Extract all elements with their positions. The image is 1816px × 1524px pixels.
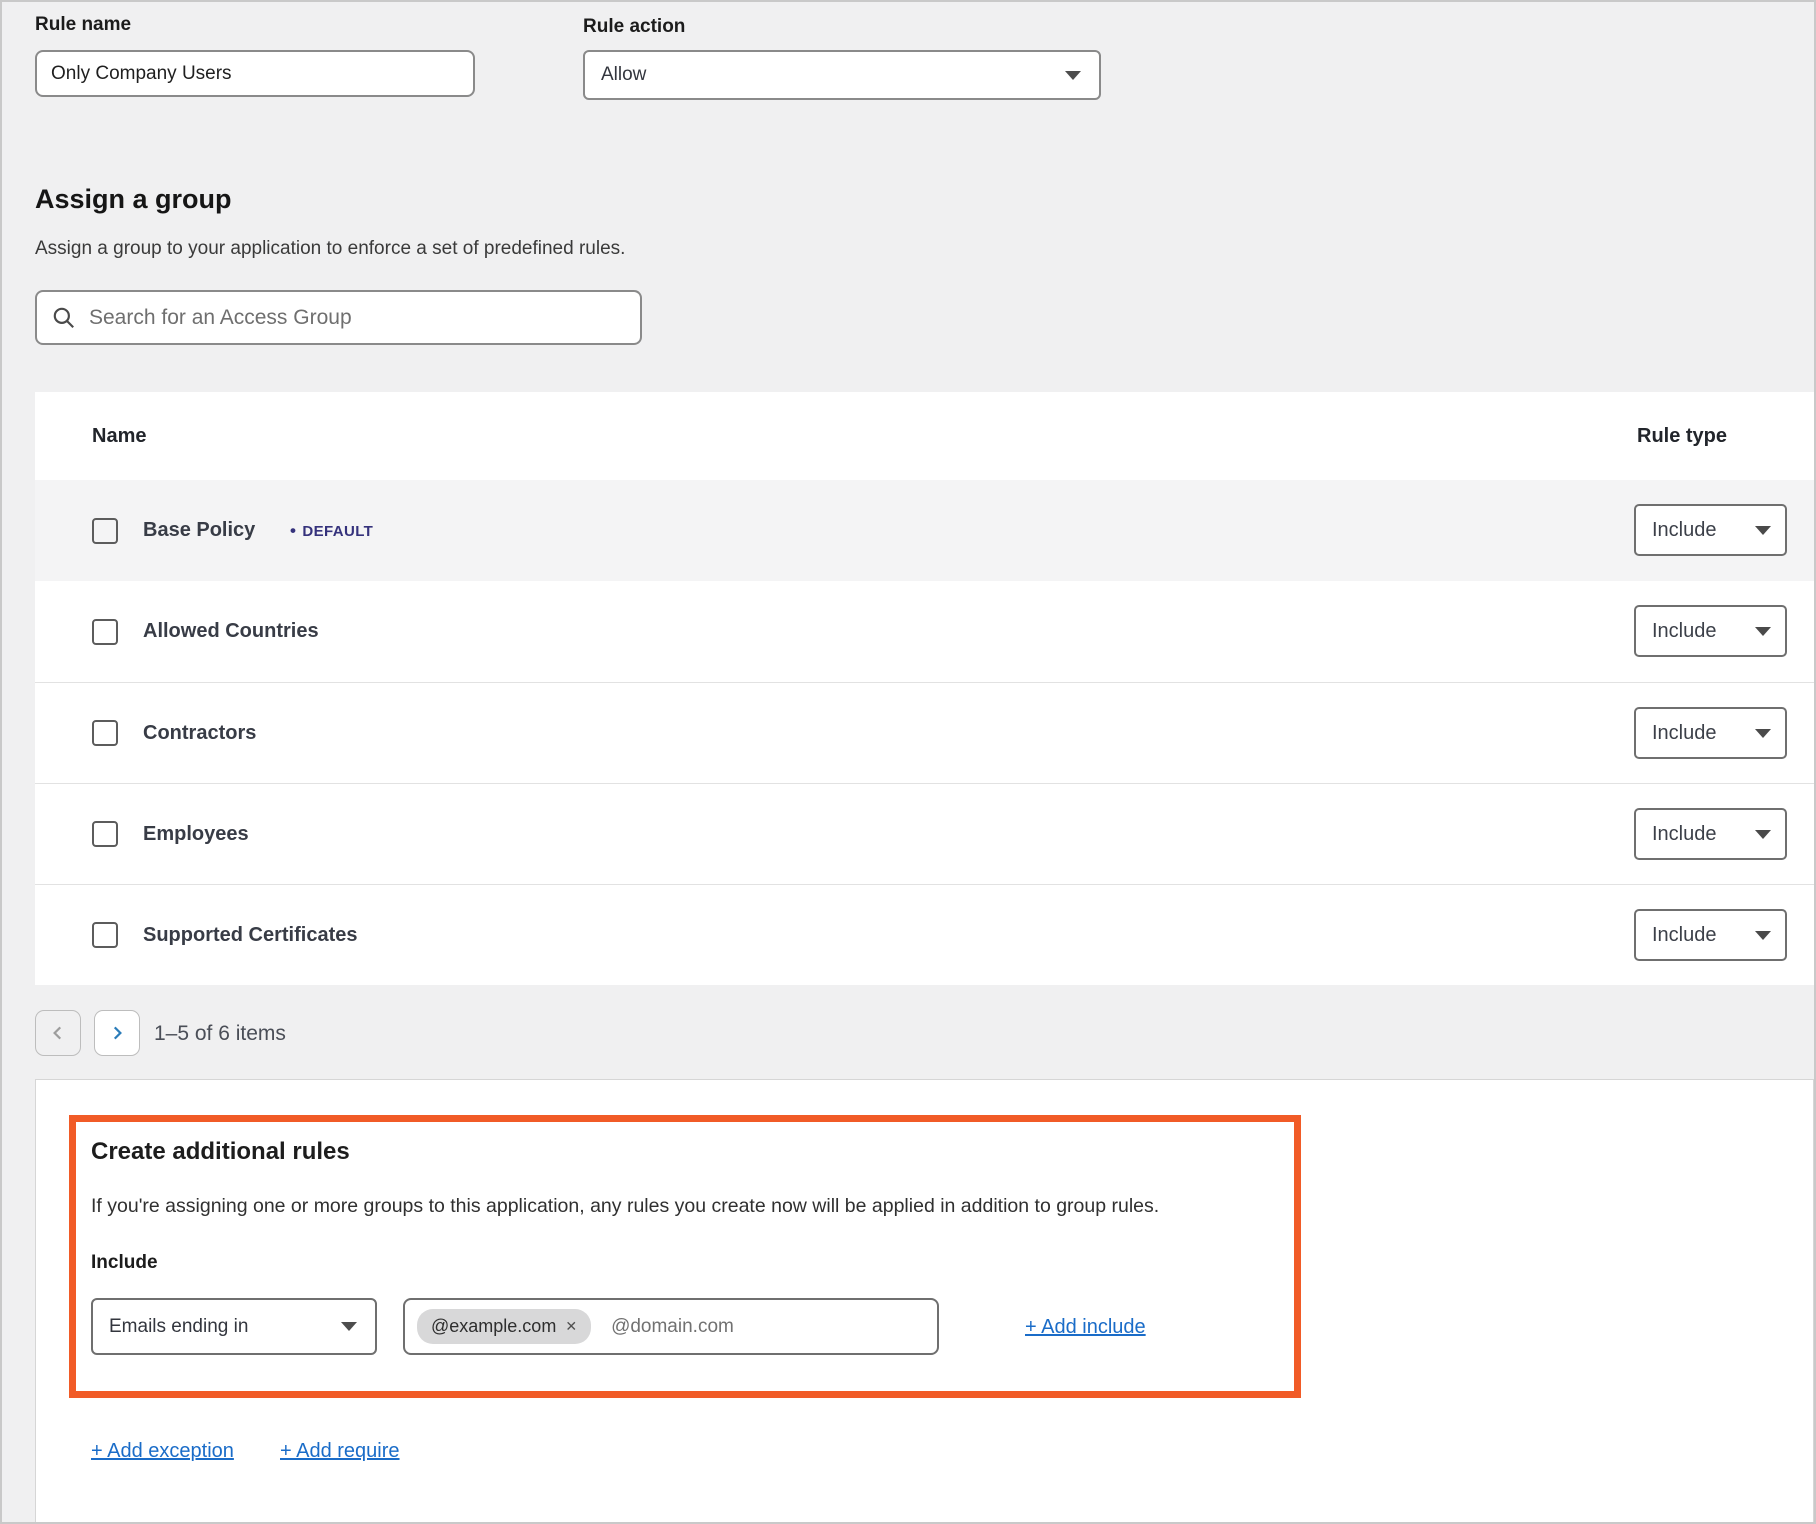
badge-bullet: • xyxy=(290,521,296,540)
chevron-down-icon xyxy=(1755,526,1771,535)
row-name: Supported Certificates xyxy=(143,924,357,947)
search-placeholder: Search for an Access Group xyxy=(89,306,352,330)
rule-name-label: Rule name xyxy=(35,14,131,36)
rule-selector-dropdown[interactable]: Emails ending in xyxy=(91,1298,377,1355)
table-row-allowed-countries: Allowed Countries Include xyxy=(35,581,1814,682)
table-row-base-policy: Base Policy • DEFAULT Include xyxy=(35,480,1814,581)
row-name: Employees xyxy=(143,823,249,846)
rule-type-value: Include xyxy=(1652,924,1717,947)
add-require-link[interactable]: + Add require xyxy=(280,1440,400,1463)
row-name: Allowed Countries xyxy=(143,620,319,643)
rule-type-value: Include xyxy=(1652,519,1717,542)
rule-action-value: Allow xyxy=(601,64,646,86)
table-row-supported-certificates: Supported Certificates Include xyxy=(35,884,1814,985)
table-row-employees: Employees Include xyxy=(35,783,1814,884)
pagination-prev-button[interactable] xyxy=(35,1010,81,1056)
chevron-down-icon xyxy=(341,1322,357,1331)
checkbox-employees[interactable] xyxy=(92,821,118,847)
chip-remove-icon[interactable]: ✕ xyxy=(565,1318,577,1335)
rule-type-dropdown-base-policy[interactable]: Include xyxy=(1634,504,1787,556)
table-row-contractors: Contractors Include xyxy=(35,682,1814,783)
chip-text: @example.com xyxy=(431,1316,556,1337)
rule-selector-value: Emails ending in xyxy=(109,1316,248,1338)
rule-name-input[interactable]: Only Company Users xyxy=(35,50,475,97)
assign-group-heading: Assign a group xyxy=(35,184,232,215)
column-header-name: Name xyxy=(92,425,146,448)
rule-type-dropdown-employees[interactable]: Include xyxy=(1634,808,1787,860)
checkbox-supported-certificates[interactable] xyxy=(92,922,118,948)
pagination-status: 1–5 of 6 items xyxy=(154,1022,286,1046)
badge-text: DEFAULT xyxy=(302,523,373,540)
add-exception-link[interactable]: + Add exception xyxy=(91,1440,234,1463)
checkbox-allowed-countries[interactable] xyxy=(92,619,118,645)
access-groups-table: Name Rule type Base Policy • DEFAULT Incl… xyxy=(35,392,1814,985)
chevron-down-icon xyxy=(1755,931,1771,940)
rule-name-value: Only Company Users xyxy=(51,63,232,85)
search-icon xyxy=(51,305,77,331)
chevron-left-icon xyxy=(49,1024,67,1042)
chevron-down-icon xyxy=(1755,830,1771,839)
include-label: Include xyxy=(91,1252,158,1274)
create-additional-rules-card: Create additional rules If you're assign… xyxy=(35,1079,1814,1524)
chevron-down-icon xyxy=(1755,627,1771,636)
email-domain-chip: @example.com ✕ xyxy=(417,1309,591,1344)
default-badge: • DEFAULT xyxy=(290,521,373,541)
rule-type-value: Include xyxy=(1652,722,1717,745)
row-name: Contractors xyxy=(143,722,256,745)
column-header-rule-type: Rule type xyxy=(1637,425,1727,448)
row-name: Base Policy xyxy=(143,519,255,542)
chevron-down-icon xyxy=(1755,729,1771,738)
access-rule-page: Rule name Only Company Users Rule action… xyxy=(0,0,1816,1524)
rule-action-label: Rule action xyxy=(583,16,685,38)
rule-type-value: Include xyxy=(1652,620,1717,643)
table-header: Name Rule type xyxy=(35,392,1814,480)
chevron-right-icon xyxy=(108,1024,126,1042)
assign-group-description: Assign a group to your application to en… xyxy=(35,238,625,260)
rule-type-dropdown-contractors[interactable]: Include xyxy=(1634,707,1787,759)
pagination-next-button[interactable] xyxy=(94,1010,140,1056)
chevron-down-icon xyxy=(1065,71,1081,80)
access-group-search-input[interactable]: Search for an Access Group xyxy=(35,290,642,345)
rule-type-dropdown-allowed-countries[interactable]: Include xyxy=(1634,605,1787,657)
checkbox-base-policy[interactable] xyxy=(92,518,118,544)
email-domains-input[interactable]: @example.com ✕ @domain.com xyxy=(403,1298,939,1355)
add-include-link[interactable]: + Add include xyxy=(1025,1316,1146,1339)
checkbox-contractors[interactable] xyxy=(92,720,118,746)
email-domain-placeholder: @domain.com xyxy=(611,1316,734,1338)
additional-rules-heading: Create additional rules xyxy=(91,1138,350,1166)
additional-rules-description: If you're assigning one or more groups t… xyxy=(91,1195,1159,1218)
rule-type-dropdown-supported-certificates[interactable]: Include xyxy=(1634,909,1787,961)
rule-action-dropdown[interactable]: Allow xyxy=(583,50,1101,100)
rule-type-value: Include xyxy=(1652,823,1717,846)
